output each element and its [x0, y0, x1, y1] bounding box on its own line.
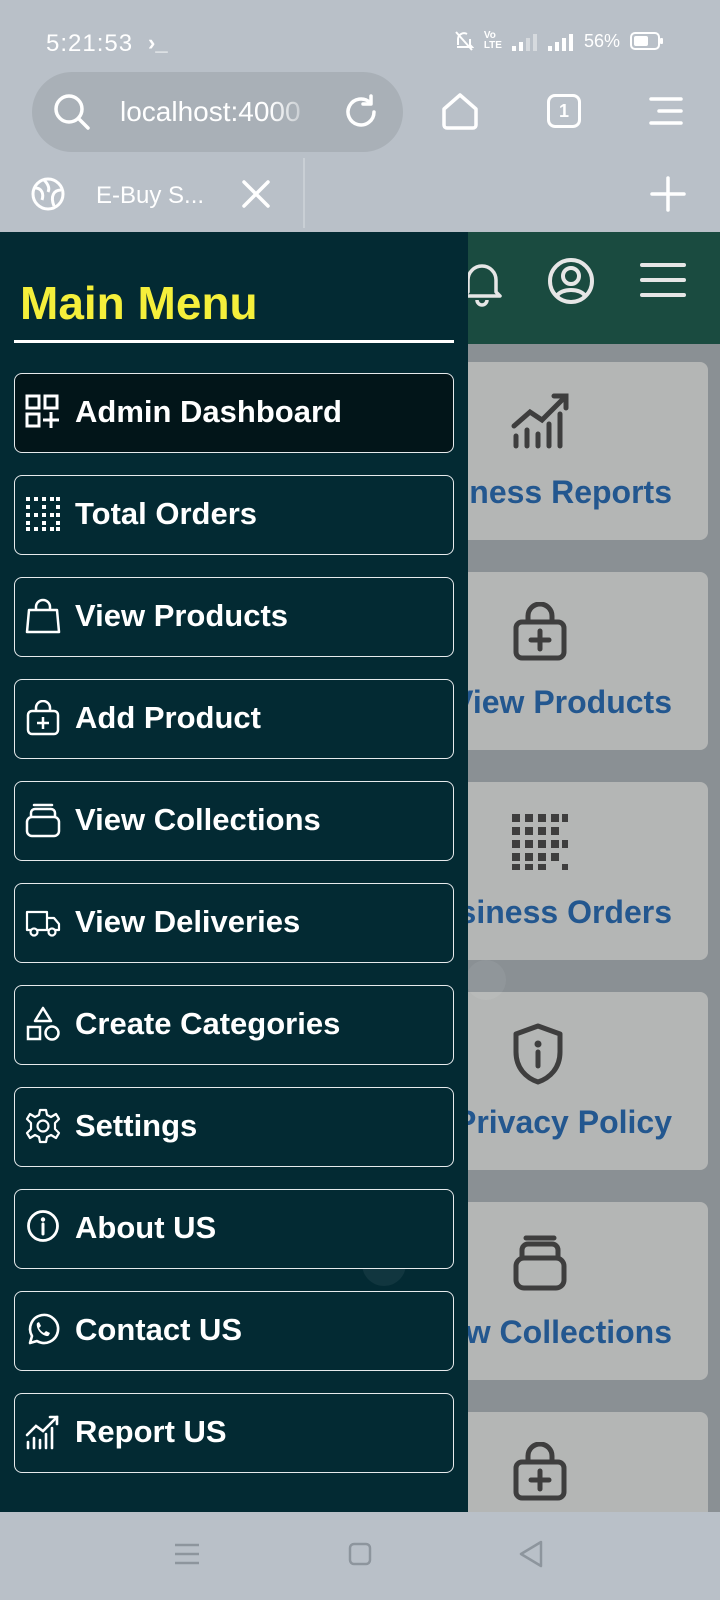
truck-icon: [25, 910, 61, 937]
new-tab-icon[interactable]: [650, 176, 686, 212]
menu-item-report-us[interactable]: Report US: [14, 1393, 454, 1473]
card-label: View Products: [452, 684, 672, 720]
main-menu-drawer: Main Menu Admin Dashboard Total Orders V…: [0, 232, 468, 1512]
tab-title[interactable]: E-Buy S...: [96, 182, 204, 210]
collections-stack-icon: [513, 1235, 567, 1291]
status-bar: 5:21:53 ›_ Vo LTE 56%: [0, 0, 720, 70]
signal-weak-icon: [511, 34, 537, 51]
menu-label: Report US: [75, 1414, 227, 1449]
gear-icon: [25, 1108, 61, 1144]
home-icon[interactable]: [440, 92, 480, 130]
card-label: Privacy Policy: [454, 1104, 672, 1140]
tab-switcher-button[interactable]: 1: [547, 94, 581, 128]
bell-off-icon: [455, 31, 474, 51]
shopping-bag-icon: [25, 598, 61, 634]
menu-item-about-us[interactable]: About US: [14, 1189, 454, 1269]
menu-item-view-collections[interactable]: View Collections: [14, 781, 454, 861]
back-icon[interactable]: [518, 1540, 544, 1568]
chart-trend-icon: [25, 1415, 59, 1450]
reload-icon[interactable]: [341, 92, 381, 132]
menu-label: Settings: [75, 1108, 198, 1143]
battery-percent: 56%: [583, 30, 620, 51]
chart-trend-icon: [511, 393, 569, 449]
search-icon: [54, 94, 90, 130]
browser-menu-icon[interactable]: [649, 96, 683, 126]
terminal-icon: ›_: [148, 30, 168, 55]
recents-icon[interactable]: [174, 1542, 200, 1566]
menu-label: Add Product: [75, 700, 261, 735]
dashboard-grid-icon: [25, 394, 59, 428]
menu-label: View Deliveries: [75, 904, 301, 939]
menu-item-view-products[interactable]: View Products: [14, 577, 454, 657]
shield-info-icon: [513, 1023, 563, 1085]
system-nav-bar: [0, 1512, 720, 1600]
url-text[interactable]: localhost:4000: [120, 96, 320, 128]
signal-icon: [547, 34, 573, 51]
volte-icon: Vo LTE: [483, 30, 502, 51]
bag-plus-icon: [513, 1442, 567, 1501]
shapes-icon: [26, 1006, 60, 1041]
menu-item-add-product[interactable]: Add Product: [14, 679, 454, 759]
status-time: 5:21:53: [46, 30, 134, 57]
dot-grid-icon: [26, 497, 60, 531]
menu-label: View Collections: [75, 802, 321, 837]
tab-divider: [303, 158, 305, 228]
menu-item-settings[interactable]: Settings: [14, 1087, 454, 1167]
user-icon[interactable]: [546, 256, 596, 306]
menu-label: About US: [75, 1210, 217, 1245]
menu-item-total-orders[interactable]: Total Orders: [14, 475, 454, 555]
menu-label: Admin Dashboard: [75, 394, 342, 429]
bag-plus-icon: [513, 602, 567, 661]
menu-item-create-categories[interactable]: Create Categories: [14, 985, 454, 1065]
close-icon[interactable]: [240, 178, 272, 210]
divider: [14, 340, 454, 343]
battery-icon: [630, 32, 663, 50]
menu-item-view-deliveries[interactable]: View Deliveries: [14, 883, 454, 963]
info-icon: [27, 1210, 59, 1242]
home-nav-icon[interactable]: [348, 1542, 372, 1566]
menu-label: Total Orders: [75, 496, 258, 531]
menu-item-admin-dashboard[interactable]: Admin Dashboard: [14, 373, 454, 453]
address-bar[interactable]: localhost:4000: [32, 72, 403, 152]
collections-stack-icon: [25, 803, 61, 838]
hamburger-icon[interactable]: [640, 262, 686, 298]
globe-icon: [31, 177, 65, 211]
menu-label: Contact US: [75, 1312, 243, 1347]
bag-plus-icon: [26, 700, 60, 736]
menu-label: Create Categories: [75, 1006, 341, 1041]
menu-label: View Products: [75, 598, 289, 633]
bell-icon[interactable]: [462, 258, 502, 308]
dot-grid-icon: [512, 814, 568, 870]
whatsapp-icon: [28, 1313, 60, 1345]
tab-strip: E-Buy S...: [0, 158, 720, 232]
menu-item-contact-us[interactable]: Contact US: [14, 1291, 454, 1371]
status-indicators: Vo LTE 56%: [454, 30, 664, 52]
drawer-title: Main Menu: [20, 277, 258, 329]
menu-list: Admin Dashboard Total Orders View Produc…: [14, 373, 454, 1479]
touch-ripple: [466, 960, 506, 1000]
